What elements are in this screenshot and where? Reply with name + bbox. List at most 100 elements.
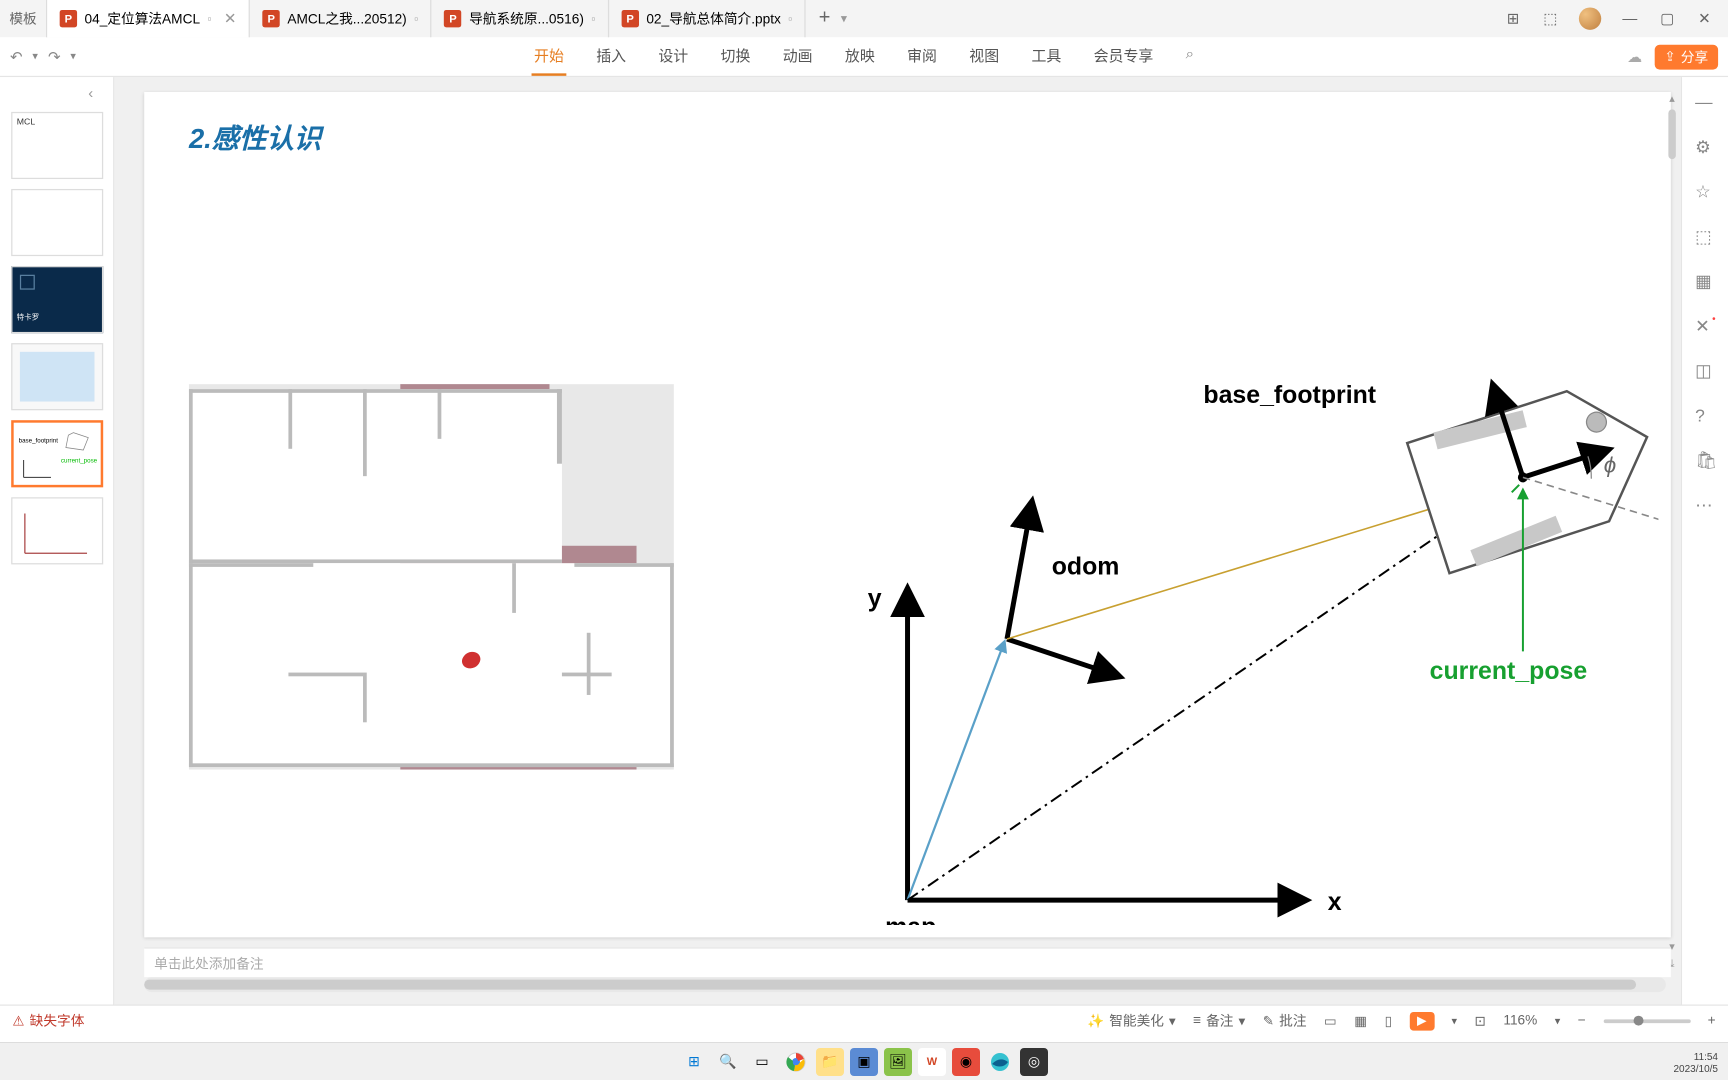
- menu-design[interactable]: 设计: [656, 37, 691, 76]
- menu-tools[interactable]: 工具: [1029, 37, 1064, 76]
- new-tab-button[interactable]: +: [806, 7, 843, 29]
- menu-start[interactable]: 开始: [532, 37, 567, 76]
- wps-icon[interactable]: W: [918, 1048, 946, 1076]
- app-icon-3[interactable]: ◉: [952, 1048, 980, 1076]
- document-tab-3[interactable]: P 02_导航总体简介.pptx ▫: [609, 0, 806, 37]
- edge-icon[interactable]: [986, 1048, 1014, 1076]
- menu-vip[interactable]: 会员专享: [1091, 37, 1156, 76]
- redo-icon[interactable]: ↷: [48, 48, 61, 65]
- taskbar-search-icon[interactable]: 🔍: [714, 1048, 742, 1076]
- beautify-button[interactable]: ✨ 智能美化 ▾: [1087, 1011, 1176, 1031]
- view-normal-icon[interactable]: ▭: [1324, 1013, 1337, 1029]
- templates-button[interactable]: 模板: [0, 0, 47, 37]
- zoom-level[interactable]: 116%: [1503, 1013, 1537, 1028]
- clock-time: 11:54: [1674, 1052, 1719, 1064]
- slide-thumbnail-2[interactable]: [11, 189, 103, 256]
- menu-review[interactable]: 审阅: [905, 37, 940, 76]
- rail-help-icon[interactable]: ?: [1695, 405, 1715, 425]
- close-icon[interactable]: ✕: [224, 10, 237, 27]
- notes-toggle[interactable]: ≡ 备注 ▾: [1193, 1011, 1245, 1031]
- horizontal-scrollbar[interactable]: [144, 977, 1666, 992]
- rail-settings-icon[interactable]: ⚙: [1695, 137, 1715, 157]
- slide-thumbnail-5[interactable]: base_footprint current_pose: [11, 420, 103, 487]
- quick-dropdown-icon[interactable]: ▾: [70, 50, 76, 64]
- avatar[interactable]: [1579, 7, 1601, 29]
- coordinate-frame-diagram: y x map odom: [753, 229, 1658, 925]
- menu-transition[interactable]: 切换: [718, 37, 753, 76]
- rail-minus-icon[interactable]: —: [1695, 92, 1715, 112]
- rail-crop-icon[interactable]: ◫: [1695, 361, 1715, 381]
- cube-icon[interactable]: ⬚: [1542, 10, 1559, 27]
- document-tab-0[interactable]: P 04_定位算法AMCL ▫ ✕: [47, 0, 250, 37]
- tab-dropdown-icon[interactable]: ▫: [414, 12, 418, 24]
- slide-thumbnail-3[interactable]: 特卡罗: [11, 266, 103, 333]
- explorer-icon[interactable]: 📁: [816, 1048, 844, 1076]
- menu-insert[interactable]: 插入: [594, 37, 629, 76]
- app-icon-1[interactable]: ▣: [850, 1048, 878, 1076]
- undo-dropdown-icon[interactable]: ▾: [32, 50, 38, 64]
- status-bar: ⚠ 缺失字体 ✨ 智能美化 ▾ ≡ 备注 ▾ ✎ 批注 ▭ ▦ ▯ ▶ ▾ ⊡ …: [0, 1005, 1728, 1036]
- undo-icon[interactable]: ↶: [10, 48, 23, 65]
- play-dropdown-icon[interactable]: ▾: [1451, 1014, 1457, 1028]
- slide-thumbnail-1[interactable]: MCL: [11, 112, 103, 179]
- task-view-icon[interactable]: ▭: [748, 1048, 776, 1076]
- cloud-icon[interactable]: ☁: [1627, 48, 1642, 65]
- rail-image-icon[interactable]: ▦: [1695, 271, 1715, 291]
- play-button[interactable]: ▶: [1410, 1011, 1434, 1030]
- share-button[interactable]: ⇪ 分享: [1654, 44, 1718, 69]
- system-clock[interactable]: 11:54 2023/10/5: [1674, 1052, 1719, 1076]
- hscroll-thumb[interactable]: [144, 980, 1635, 990]
- device-icon[interactable]: ⊞: [1504, 10, 1521, 27]
- zoom-slider[interactable]: [1603, 1019, 1690, 1023]
- vertical-scrollbar[interactable]: ▴ ▾ ⤓: [1663, 92, 1680, 972]
- tab-label: 04_定位算法AMCL: [85, 9, 201, 29]
- scroll-up-icon[interactable]: ▴: [1663, 92, 1680, 107]
- document-tab-2[interactable]: P 导航系统原...0516) ▫: [432, 0, 609, 37]
- slide-thumbnail-panel: ‹ MCL 特卡罗 base_footprint current_pose: [0, 77, 114, 1004]
- chrome-icon[interactable]: [782, 1048, 810, 1076]
- close-window-icon[interactable]: ✕: [1696, 10, 1713, 27]
- notes-pane[interactable]: 单击此处添加备注: [144, 947, 1671, 977]
- view-reading-icon[interactable]: ▯: [1385, 1013, 1393, 1029]
- tab-dropdown-icon[interactable]: ▫: [208, 12, 212, 24]
- search-icon[interactable]: ⌕: [1183, 37, 1196, 76]
- fit-icon[interactable]: ⊡: [1474, 1013, 1485, 1029]
- share-label: 分享: [1681, 47, 1708, 67]
- phi-label: ϕ: [1604, 452, 1616, 477]
- tab-dropdown-icon[interactable]: ▫: [788, 12, 792, 24]
- rail-more-icon[interactable]: ⋯: [1695, 495, 1715, 515]
- tab-label: 导航系统原...0516): [469, 9, 584, 29]
- slide-canvas[interactable]: 2.感性认识: [144, 92, 1671, 937]
- zoom-in-icon[interactable]: +: [1708, 1013, 1716, 1028]
- slide-thumbnail-6[interactable]: [11, 497, 103, 564]
- comments-toggle[interactable]: ✎ 批注: [1263, 1011, 1307, 1031]
- menu-animation[interactable]: 动画: [780, 37, 815, 76]
- document-tab-1[interactable]: P AMCL之我...20512) ▫: [250, 0, 432, 37]
- zoom-out-icon[interactable]: −: [1578, 1013, 1586, 1028]
- slide-editor[interactable]: 2.感性认识: [114, 77, 1680, 1004]
- collapse-thumbnails-icon[interactable]: ‹: [88, 85, 105, 102]
- app-icon-2[interactable]: 🖼: [884, 1048, 912, 1076]
- maximize-icon[interactable]: ▢: [1658, 10, 1675, 27]
- ppt-icon: P: [60, 10, 77, 27]
- rail-star-icon[interactable]: ☆: [1695, 182, 1715, 202]
- menu-view[interactable]: 视图: [967, 37, 1002, 76]
- start-icon[interactable]: ⊞: [680, 1048, 708, 1076]
- tab-dropdown-icon[interactable]: ▫: [591, 12, 595, 24]
- rail-shape-icon[interactable]: ⬚: [1695, 226, 1715, 246]
- rail-cart-icon[interactable]: 🛍: [1695, 450, 1715, 470]
- view-sorter-icon[interactable]: ▦: [1354, 1013, 1367, 1029]
- zoom-dropdown-icon[interactable]: ▾: [1555, 1014, 1561, 1028]
- missing-font-warning[interactable]: ⚠ 缺失字体: [12, 1011, 84, 1031]
- obs-icon[interactable]: ◎: [1020, 1048, 1048, 1076]
- slide-thumbnail-4[interactable]: [11, 343, 103, 410]
- beautify-label: 智能美化: [1109, 1011, 1164, 1031]
- rail-tools-icon[interactable]: ✕: [1695, 316, 1715, 336]
- scroll-thumb[interactable]: [1668, 109, 1675, 159]
- new-tab-dropdown[interactable]: ▾: [841, 12, 847, 26]
- minimize-icon[interactable]: —: [1621, 10, 1638, 27]
- current-pose-label: current_pose: [1430, 657, 1588, 685]
- map-label: map: [885, 913, 936, 925]
- menu-slideshow[interactable]: 放映: [842, 37, 877, 76]
- menu-bar: 开始 插入 设计 切换 动画 放映 审阅 视图 工具 会员专享 ⌕: [532, 37, 1197, 76]
